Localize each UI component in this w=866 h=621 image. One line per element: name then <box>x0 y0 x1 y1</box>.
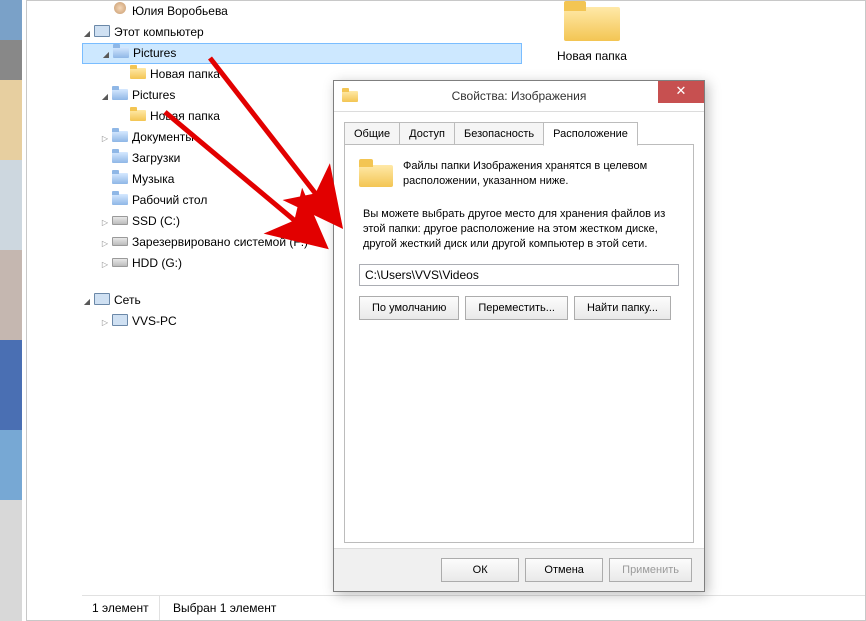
tree-node-label: Музыка <box>132 172 174 186</box>
dialog-tabs: ОбщиеДоступБезопасностьРасположениеНастр… <box>344 121 694 145</box>
tree-node-label: Сеть <box>114 293 141 307</box>
find-target-button[interactable]: Найти папку... <box>574 296 671 320</box>
tree-node[interactable]: Юлия Воробьева <box>82 1 522 22</box>
folder-media-icon <box>112 191 128 207</box>
folder-icon <box>130 107 146 123</box>
tab-расположение[interactable]: Расположение <box>543 122 638 146</box>
apply-button[interactable]: Применить <box>609 558 692 582</box>
folder-media-icon <box>112 86 128 102</box>
expand-icon[interactable] <box>100 232 110 254</box>
tree-node-label: Документы <box>132 130 194 144</box>
tab-panel-location: Файлы папки Изображения хранятся в целев… <box>344 144 694 543</box>
status-bar: 1 элемент Выбран 1 элемент <box>82 595 865 620</box>
collapse-icon[interactable] <box>101 44 111 64</box>
folder-media-icon <box>112 128 128 144</box>
dialog-footer: ОК Отмена Применить <box>334 548 704 591</box>
tree-node-label: Юлия Воробьева <box>132 4 228 18</box>
tree-node-label: SSD (C:) <box>132 214 180 228</box>
location-intro-text: Файлы папки Изображения хранятся в целев… <box>403 159 679 189</box>
tree-node-label: Новая папка <box>150 109 220 123</box>
content-folder-item[interactable]: Новая папка <box>552 1 632 63</box>
tab-доступ[interactable]: Доступ <box>399 122 455 145</box>
tree-node-label: Pictures <box>132 88 175 102</box>
expand-icon[interactable] <box>100 127 110 149</box>
collapse-icon[interactable] <box>100 85 110 107</box>
folder-icon <box>564 1 620 45</box>
collapse-icon[interactable] <box>82 22 92 44</box>
folder-media-icon <box>113 44 129 60</box>
desktop-icon-strip <box>0 0 22 621</box>
tree-node-label: HDD (G:) <box>132 256 182 270</box>
user-icon <box>112 2 128 18</box>
folder-icon <box>359 159 393 189</box>
ok-button[interactable]: ОК <box>441 558 519 582</box>
drive-icon <box>112 254 128 270</box>
dialog-title: Свойства: Изображения <box>334 81 704 111</box>
tree-node-label: Pictures <box>133 46 176 60</box>
cancel-button[interactable]: Отмена <box>525 558 603 582</box>
expand-icon[interactable] <box>100 211 110 233</box>
computer-icon <box>94 23 110 39</box>
expand-icon[interactable] <box>100 253 110 275</box>
close-button[interactable]: ✕ <box>658 81 704 103</box>
tree-node[interactable]: Этот компьютер <box>82 22 522 43</box>
path-input[interactable] <box>359 264 679 286</box>
content-folder-label: Новая папка <box>552 49 632 63</box>
computer-icon <box>112 312 128 328</box>
tree-node-label: Рабочий стол <box>132 193 207 207</box>
tree-node-label: Этот компьютер <box>114 25 204 39</box>
dialog-titlebar[interactable]: Свойства: Изображения ✕ <box>334 81 704 112</box>
expand-icon[interactable] <box>100 311 110 333</box>
location-description: Вы можете выбрать другое место для хране… <box>359 207 679 252</box>
tree-node-label: VVS-PC <box>132 314 177 328</box>
folder-media-icon <box>112 170 128 186</box>
folder-icon <box>130 65 146 81</box>
move-button[interactable]: Переместить... <box>465 296 568 320</box>
tree-node-label: Зарезервировано системой (F:) <box>132 235 308 249</box>
tree-node-label: Новая папка <box>150 67 220 81</box>
collapse-icon[interactable] <box>82 290 92 312</box>
drive-icon <box>112 233 128 249</box>
tree-node-label: Загрузки <box>132 151 180 165</box>
folder-media-icon <box>112 149 128 165</box>
tab-безопасность[interactable]: Безопасность <box>454 122 544 145</box>
status-count: 1 элемент <box>82 596 160 620</box>
restore-default-button[interactable]: По умолчанию <box>359 296 459 320</box>
properties-dialog: Свойства: Изображения ✕ ОбщиеДоступБезоп… <box>333 80 705 592</box>
drive-icon <box>112 212 128 228</box>
status-selection: Выбран 1 элемент <box>163 596 286 620</box>
network-icon <box>94 291 110 307</box>
tab-общие[interactable]: Общие <box>344 122 400 145</box>
tree-node[interactable]: Pictures <box>82 43 522 64</box>
